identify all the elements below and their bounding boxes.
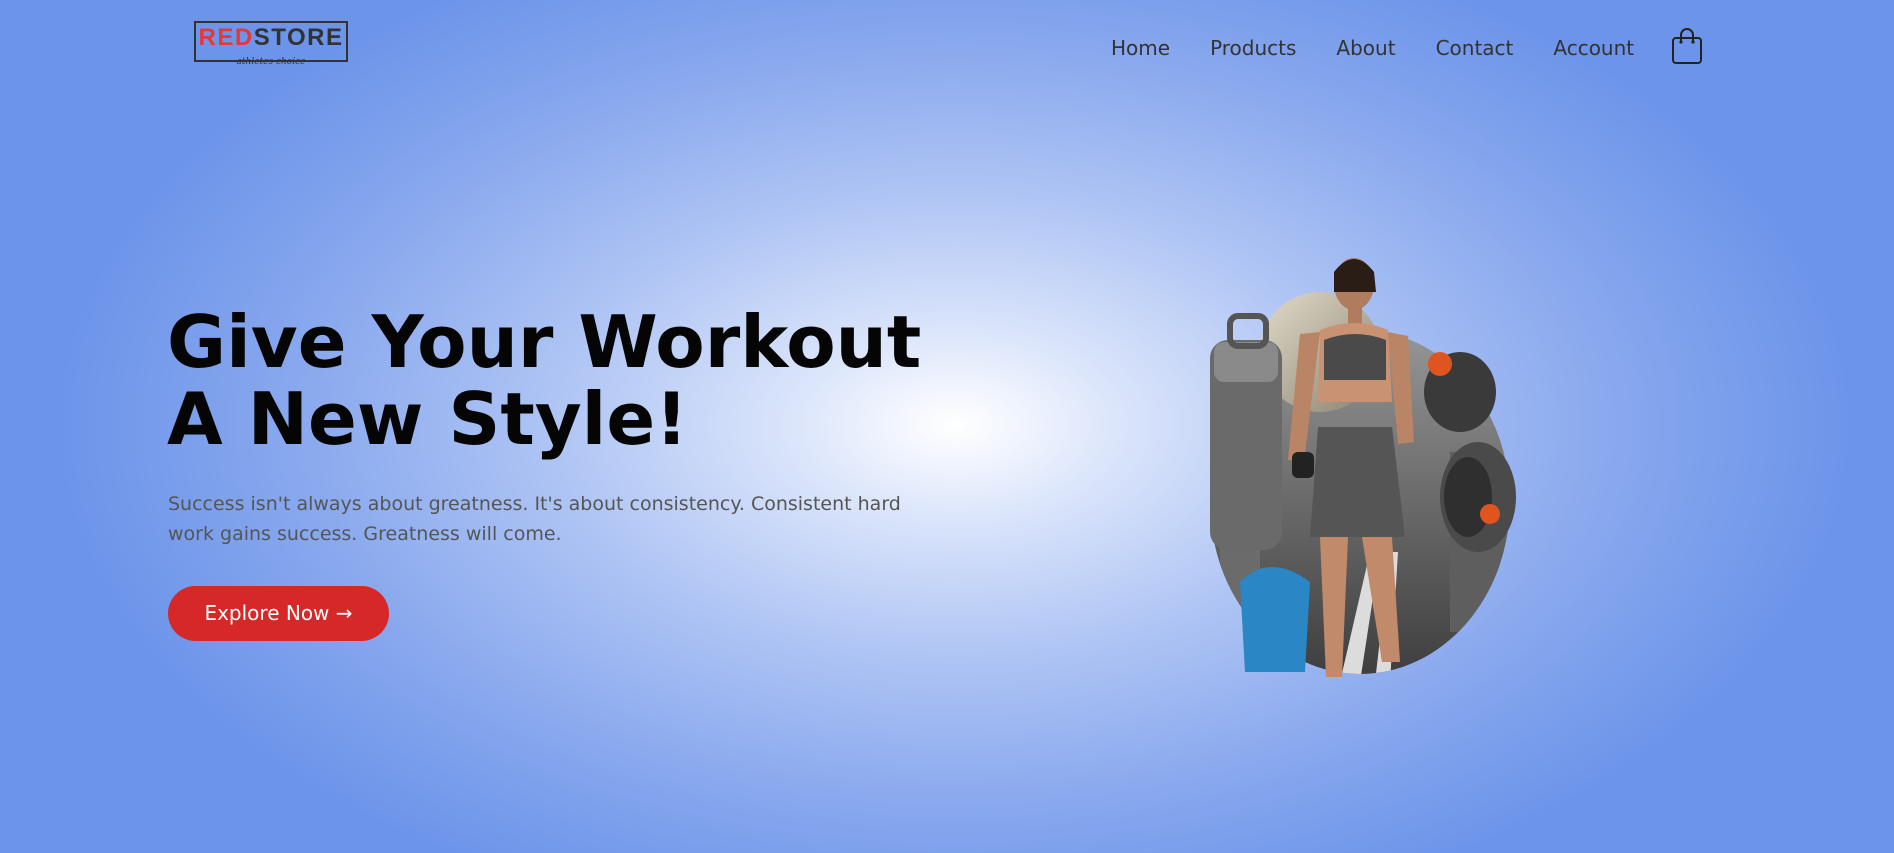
logo-tagline: athletes choice: [236, 57, 306, 67]
hero-title-line-1: Give Your Workout: [167, 300, 922, 384]
nav-products[interactable]: Products: [1210, 36, 1296, 60]
shopping-bag-icon[interactable]: [1671, 27, 1703, 65]
fitness-model-image: [1210, 258, 1516, 677]
logo-wordmark: REDSTORE: [196, 26, 346, 50]
nav-account[interactable]: Account: [1553, 36, 1634, 60]
nav-about[interactable]: About: [1336, 36, 1395, 60]
hero-title-line-2: A New Style!: [167, 377, 689, 461]
main-nav: Home Products About Contact Account: [1111, 36, 1634, 60]
logo[interactable]: REDSTORE athletes choice: [194, 21, 348, 67]
nav-home[interactable]: Home: [1111, 36, 1170, 60]
hero-description: Success isn't always about greatness. It…: [168, 493, 901, 545]
logo-dark-text: STORE: [253, 24, 344, 51]
logo-red-text: RED: [198, 24, 254, 51]
hero-title: Give Your Workout A New Style!: [167, 304, 921, 458]
nav-contact[interactable]: Contact: [1436, 36, 1514, 60]
explore-now-button[interactable]: Explore Now →: [168, 586, 389, 641]
